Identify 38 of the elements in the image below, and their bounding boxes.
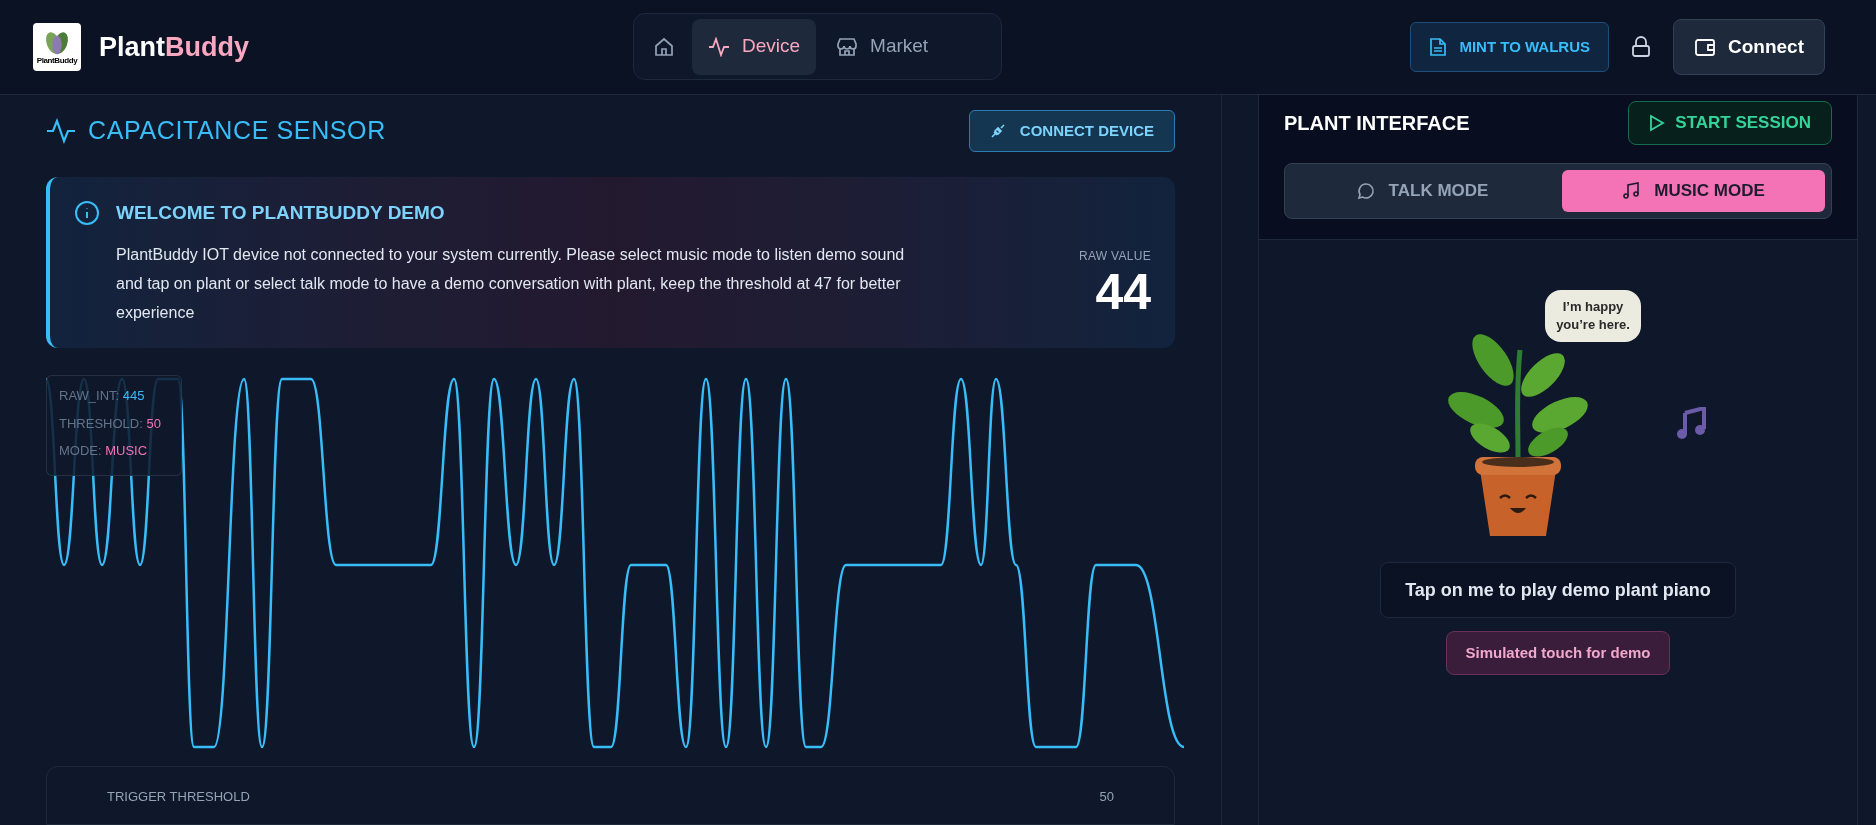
stat-line: MODE: MUSIC bbox=[59, 442, 149, 461]
brand-name: PlantBuddy bbox=[99, 30, 249, 64]
document-icon bbox=[1429, 37, 1448, 57]
music-note-icon bbox=[1622, 182, 1641, 200]
threshold-value: 50 bbox=[1099, 788, 1114, 807]
banner-title: WELCOME TO PLANTBUDDY DEMO bbox=[116, 201, 446, 225]
info-icon bbox=[74, 200, 100, 226]
home-icon bbox=[654, 36, 674, 57]
leaf-logo-drawing bbox=[43, 29, 71, 57]
connect-button[interactable]: Connect bbox=[1673, 19, 1825, 75]
unplug-icon bbox=[989, 123, 1006, 139]
stat-line: THRESHOLD: 50 bbox=[59, 414, 162, 433]
pulse-icon bbox=[708, 36, 730, 57]
hint-box: Tap on me to play demo plant piano bbox=[1380, 562, 1736, 618]
panel-title: PLANT INTERFACE bbox=[1284, 111, 1470, 136]
nav-tab[interactable]: Market bbox=[820, 18, 945, 75]
raw-value-label: RAW VALUE bbox=[1078, 248, 1151, 265]
start-session-button[interactable]: START SESSION bbox=[1628, 101, 1832, 145]
section-title: CAPACITANCE SENSOR bbox=[88, 115, 386, 147]
play-icon bbox=[1649, 114, 1666, 132]
nav-tab[interactable]: Device bbox=[692, 18, 817, 75]
wallet-icon bbox=[1694, 37, 1716, 57]
connect-device-button[interactable]: CONNECT DEVICE bbox=[968, 110, 1175, 152]
store-icon bbox=[836, 36, 859, 57]
chat-bubble-icon bbox=[1356, 182, 1375, 200]
banner-message: PlantBuddy IOT device not connected to your system currently. Please select music mode to listen demo sound and tap on plant or select talk mode to have a demo conversation with plant, keep the threshold at 47 for better experience bbox=[116, 244, 906, 323]
raw-value: 44 bbox=[1095, 267, 1151, 317]
speech-bubble: I’m happy you’re here. bbox=[1545, 290, 1641, 342]
mint-button[interactable]: MINT TO WALRUS bbox=[1410, 22, 1609, 72]
music-note-icon bbox=[1676, 407, 1706, 439]
stat-line: RAW_INT: 445 bbox=[59, 387, 146, 406]
pulse-icon bbox=[46, 118, 76, 144]
threshold-label: TRIGGER THRESHOLD bbox=[107, 788, 250, 807]
logo-caption: PlantBuddy bbox=[36, 57, 78, 65]
demo-tag: Simulated touch for demo bbox=[1446, 631, 1670, 675]
mode-tab[interactable]: MUSIC MODE bbox=[1562, 170, 1825, 212]
mode-tab[interactable]: TALK MODE bbox=[1291, 170, 1554, 212]
lock-icon[interactable] bbox=[1631, 36, 1651, 58]
